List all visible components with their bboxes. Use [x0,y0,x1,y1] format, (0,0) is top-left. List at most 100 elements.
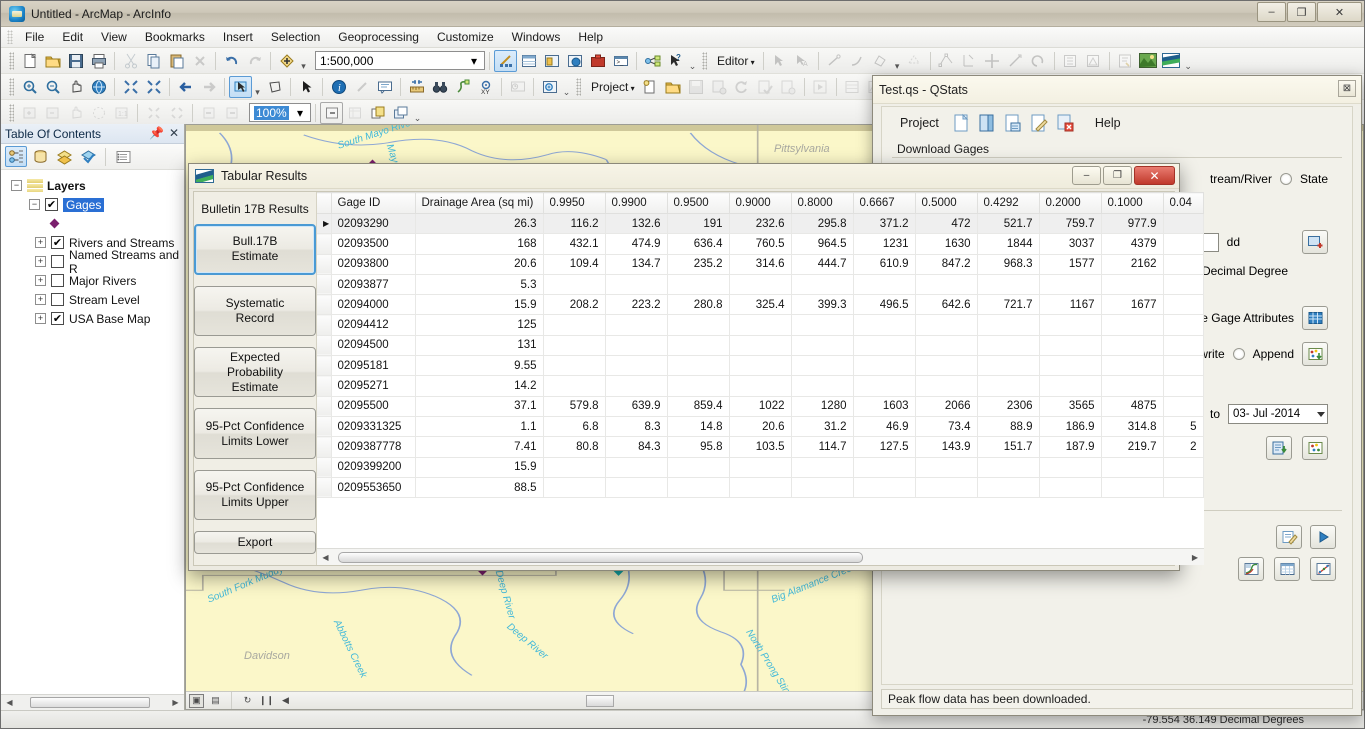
layer-checkbox[interactable] [51,274,64,287]
python-window-icon[interactable]: >_ [609,50,632,72]
validate-project-icon[interactable] [754,76,777,98]
cell-value[interactable]: 432.1 [543,234,605,254]
cell-value[interactable]: 26.3 [415,214,543,234]
toc-options-icon[interactable] [112,146,134,167]
cell-value[interactable] [1163,315,1203,335]
cell-value[interactable] [1101,315,1163,335]
results-horizontal-scrollbar[interactable]: ◀ ▶ [317,548,1204,565]
layer-checkbox[interactable]: ✔ [51,236,64,249]
cell-value[interactable] [1039,376,1101,396]
minimize-button[interactable]: – [1257,2,1286,22]
cell-value[interactable] [915,376,977,396]
cell-value[interactable]: 143.9 [915,437,977,457]
layer-checkbox[interactable]: ✔ [45,198,58,211]
cell-value[interactable] [1163,477,1203,497]
view-gage-data-button[interactable] [1302,436,1328,460]
zoom-percent-combo[interactable]: 100% ▾ [249,103,311,122]
multiple-layouts-icon[interactable] [389,102,412,124]
append-radio[interactable] [1233,348,1245,360]
close-icon[interactable]: ⊠ [1338,80,1356,97]
cell-value[interactable]: 88.9 [977,416,1039,436]
fit-width-icon[interactable] [165,102,188,124]
cell-value[interactable] [1163,457,1203,477]
close-icon[interactable]: ✕ [169,126,179,140]
data-driven-pages-icon[interactable] [366,102,389,124]
project-menu[interactable]: Project ▾ [585,78,639,96]
toolbox-icon[interactable] [586,50,609,72]
cell-value[interactable] [915,477,977,497]
hyperlink-icon[interactable] [350,76,373,98]
menu-file[interactable]: File [16,28,53,46]
cell-value[interactable]: 444.7 [791,254,853,274]
list-by-selection-icon[interactable] [77,146,99,167]
col-p-8000[interactable]: 0.8000 [791,193,853,214]
row-indicator[interactable] [317,477,331,497]
scroll-right-icon[interactable]: ▶ [169,696,182,709]
menu-bookmarks[interactable]: Bookmarks [136,28,214,46]
cell-value[interactable]: 14.2 [415,376,543,396]
col-p-9500[interactable]: 0.9500 [667,193,729,214]
cell-value[interactable]: 642.6 [915,295,977,315]
cell-value[interactable] [977,376,1039,396]
refresh-project-icon[interactable] [731,76,754,98]
col-p-5000[interactable]: 0.5000 [915,193,977,214]
cell-value[interactable] [543,457,605,477]
cell-gage-id[interactable]: 02093800 [331,254,415,274]
catalog-icon[interactable] [540,50,563,72]
save-icon[interactable] [64,50,87,72]
cell-value[interactable]: 95.8 [667,437,729,457]
menu-view[interactable]: View [92,28,136,46]
sidebar-item-gages[interactable]: − ✔ Gages [29,195,184,214]
results-table-icon[interactable] [841,76,864,98]
cell-value[interactable] [543,335,605,355]
expected-probability-estimate-button[interactable]: Expected Probability Estimate [194,347,316,397]
customize-attributes-button[interactable] [1302,306,1328,330]
col-p-4292[interactable]: 0.4292 [977,193,1039,214]
previous-extent-icon[interactable] [174,76,197,98]
cell-value[interactable]: 4379 [1101,234,1163,254]
cell-value[interactable]: 46.9 [853,416,915,436]
row-indicator[interactable] [317,437,331,457]
state-radio[interactable] [1280,173,1292,185]
chevron-down-icon[interactable] [1317,412,1325,417]
undo-edit-icon[interactable] [1027,50,1050,72]
row-indicator[interactable] [317,335,331,355]
redo-icon[interactable] [243,50,266,72]
cell-value[interactable]: 134.7 [605,254,667,274]
refresh-view-icon[interactable]: ↻ [240,694,255,708]
layer-checkbox[interactable]: ✔ [51,312,64,325]
save-as-project-icon[interactable] [1029,113,1049,133]
cell-value[interactable]: 295.8 [791,214,853,234]
zoom-out-fixed-icon[interactable] [142,76,165,98]
bull-17b-estimate-button[interactable]: Bull.17B Estimate [194,224,316,275]
add-data-dropdown[interactable]: ▾ [298,50,309,72]
tabular-minimize-button[interactable]: – [1072,166,1101,185]
cell-value[interactable]: 496.5 [853,295,915,315]
download-peak-flow-button[interactable] [1266,436,1292,460]
cell-value[interactable]: 116.2 [543,214,605,234]
cell-value[interactable] [977,356,1039,376]
page-layout-icon[interactable] [343,102,366,124]
cell-value[interactable] [1039,457,1101,477]
cell-value[interactable]: 3565 [1039,396,1101,416]
cell-value[interactable] [977,457,1039,477]
cell-value[interactable] [729,376,791,396]
systematic-record-button[interactable]: Systematic Record [194,286,316,336]
previous-page-icon[interactable] [197,102,220,124]
cell-value[interactable] [1163,356,1203,376]
cell-gage-id[interactable]: 02094412 [331,315,415,335]
cell-value[interactable]: 151.7 [977,437,1039,457]
close-project-icon[interactable] [708,76,731,98]
menu-selection[interactable]: Selection [262,28,329,46]
pan-layer-icon[interactable] [64,102,87,124]
cell-gage-id[interactable]: 02093500 [331,234,415,254]
cell-value[interactable] [605,376,667,396]
cell-value[interactable] [1101,356,1163,376]
menu-customize[interactable]: Customize [428,28,503,46]
help-pointer-icon[interactable]: ? [664,50,687,72]
add-data-icon[interactable] [275,50,298,72]
table-row[interactable]: 0209380020.6109.4134.7235.2314.6444.7610… [317,254,1203,274]
cell-value[interactable]: 964.5 [791,234,853,254]
table-row[interactable]: 0209400015.9208.2223.2280.8325.4399.3496… [317,295,1203,315]
collapse-icon[interactable]: − [11,180,22,191]
